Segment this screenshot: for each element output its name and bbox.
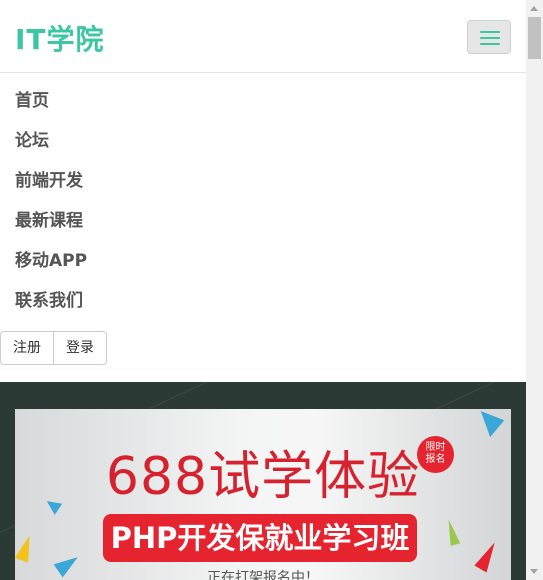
nav-item-contact[interactable]: 联系我们 (0, 281, 526, 321)
paper-plane-shape (443, 518, 461, 546)
page: IT学院 首页 论坛 前端开发 最新课程 移动APP 联系我们 注册 登录 68… (0, 0, 526, 580)
badge-line-2: 报名 (425, 454, 446, 465)
nav-item-courses[interactable]: 最新课程 (0, 201, 526, 241)
menu-toggle-button[interactable] (467, 20, 511, 54)
limited-time-badge: 限时 报名 (417, 436, 454, 473)
auth-button-group: 注册 登录 (0, 331, 107, 365)
nav-menu: 首页 论坛 前端开发 最新课程 移动APP 联系我们 (0, 81, 526, 321)
banner-subline: 正在打架报名中！ (207, 570, 319, 580)
hamburger-icon (480, 37, 500, 39)
scrollbar-thumb[interactable] (528, 17, 541, 59)
register-button[interactable]: 注册 (0, 331, 54, 365)
hamburger-icon (480, 31, 500, 33)
badge-line-1: 限时 (425, 442, 446, 453)
course-pill: PHP开发保就业学习班 (103, 514, 417, 562)
paper-plane-shape (15, 533, 38, 563)
banner-image[interactable]: 688试学体验 限时 报名 PHP开发保就业学习班 正在打架报名中！ (15, 409, 511, 580)
hamburger-icon (480, 43, 500, 45)
scroll-down-arrow-icon[interactable] (530, 569, 538, 574)
nav-item-forum[interactable]: 论坛 (0, 121, 526, 161)
brand-logo[interactable]: IT学院 (15, 18, 105, 58)
nav-item-home[interactable]: 首页 (0, 81, 526, 121)
nav-item-mobile-app[interactable]: 移动APP (0, 241, 526, 281)
login-button[interactable]: 登录 (54, 331, 107, 365)
nav-item-frontend[interactable]: 前端开发 (0, 161, 526, 201)
paper-plane-shape (471, 409, 505, 438)
scroll-up-arrow-icon[interactable] (530, 6, 538, 11)
vertical-scrollbar[interactable] (526, 0, 543, 580)
navbar: IT学院 (0, 0, 526, 73)
